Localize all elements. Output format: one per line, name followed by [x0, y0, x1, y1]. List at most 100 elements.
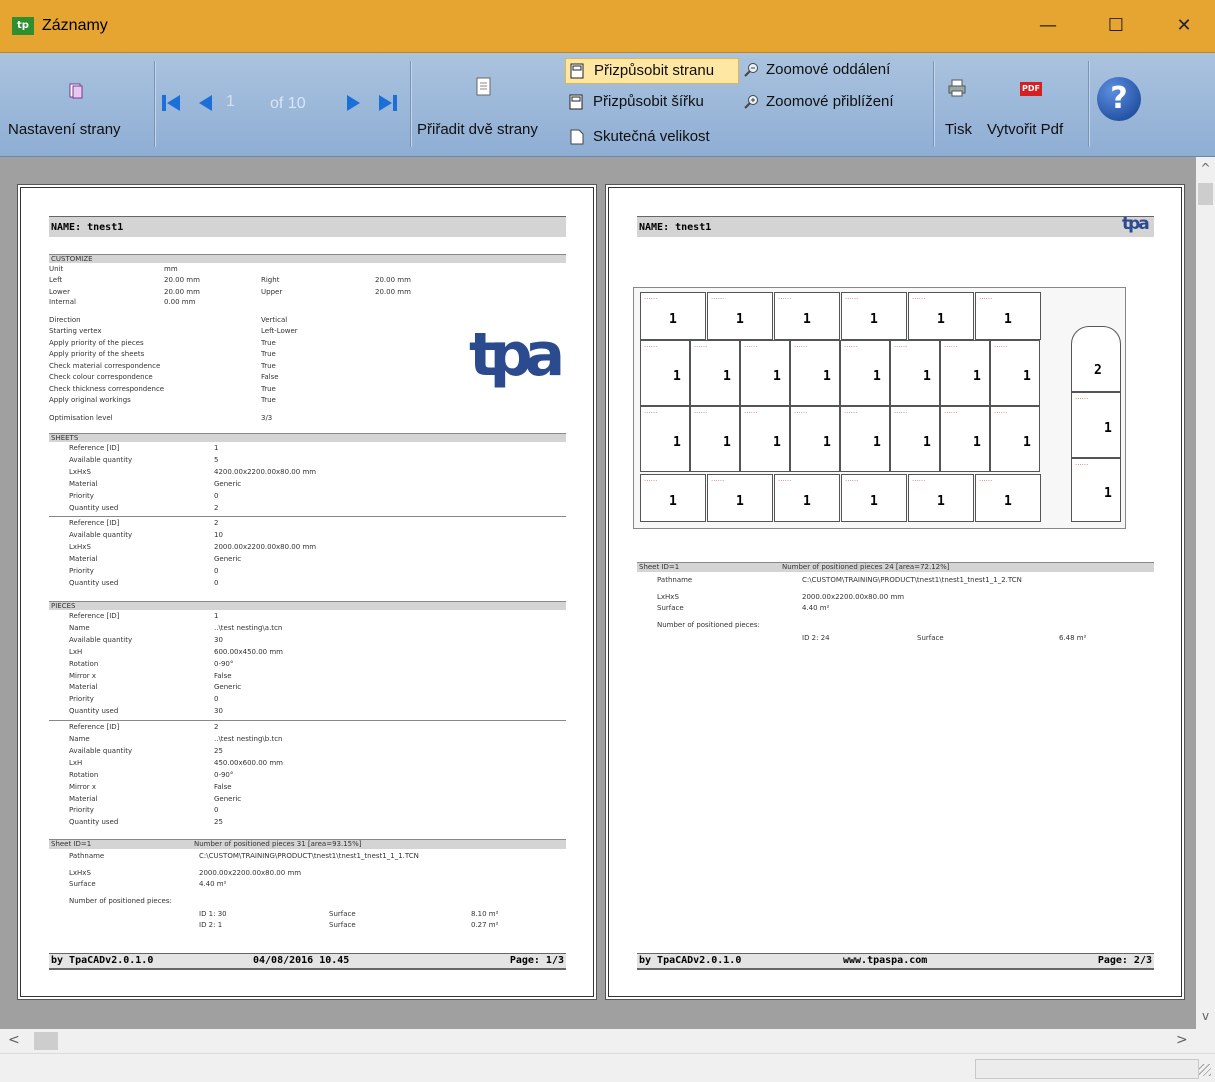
section-customize: CUSTOMIZE [49, 254, 566, 263]
actual-size-label: Skutečná velikost [593, 128, 710, 145]
nested-piece: 1 ······ [990, 406, 1040, 472]
last-page-icon[interactable] [377, 92, 399, 114]
tpa-logo: tpa [469, 320, 565, 390]
nested-piece: 1 ······ [707, 474, 773, 522]
scroll-left-icon[interactable]: < [8, 1032, 20, 1048]
footer-date: 04/08/2016 10.45 [253, 955, 350, 966]
nested-piece: 1 ······ [908, 292, 974, 340]
zoom-out-label: Zoomové oddálení [766, 61, 891, 78]
scroll-up-icon[interactable]: ^ [1196, 161, 1215, 175]
print-button[interactable]: Tisk [939, 53, 979, 153]
app-icon: tp [12, 17, 34, 35]
sheet-summary-header: Sheet ID=1 Number of positioned pieces 24… [637, 562, 1154, 572]
close-button[interactable]: ✕ [1164, 10, 1204, 42]
page-name-header: NAME: tnest1 [637, 216, 1154, 237]
status-bar [0, 1053, 1215, 1082]
toolbar-separator [154, 61, 155, 147]
zoom-in-label: Zoomové přiblížení [766, 93, 894, 110]
page-name-header: NAME: tnest1 [49, 216, 566, 237]
page-setup-label: Nastavení strany [8, 121, 121, 138]
section-pieces: PIECES [49, 601, 566, 610]
nested-piece: 1 ······ [975, 292, 1041, 340]
minimize-button[interactable]: — [1028, 10, 1068, 42]
toolbar-separator [410, 61, 411, 147]
nested-piece: 1 ······ [840, 340, 890, 406]
two-pages-label: Přiřadit dvě strany [417, 121, 538, 138]
nested-piece: 1 ······ [940, 340, 990, 406]
help-icon[interactable]: ? [1097, 77, 1141, 121]
fit-width-icon [569, 94, 583, 110]
zoom-out-button[interactable]: Zoomové oddálení [742, 58, 928, 82]
footer-page-number: Page: 1/3 [509, 955, 564, 966]
nested-piece: 1 ······ [841, 292, 907, 340]
nested-piece: 1 ······ [990, 340, 1040, 406]
scroll-right-icon[interactable]: > [1176, 1032, 1188, 1048]
section-sheets: SHEETS [49, 433, 566, 442]
nested-piece: 1 ······ [1071, 392, 1121, 458]
maximize-button[interactable]: ☐ [1096, 10, 1136, 42]
toolbar: Nastavení strany 1 of 10 Přiřadit dvě st… [0, 53, 1215, 157]
page-icon [476, 77, 491, 96]
zoom-in-icon [744, 95, 758, 109]
page-footer: by TpaCADv2.0.1.0 04/08/2016 10.45 Page:… [49, 953, 566, 970]
first-page-icon[interactable] [160, 92, 182, 114]
title-bar: tp Záznamy — ☐ ✕ [0, 0, 1215, 53]
nested-piece: 1 ······ [790, 406, 840, 472]
scroll-down-icon[interactable]: v [1196, 1009, 1215, 1023]
create-pdf-button[interactable]: PDF Vytvořit Pdf [984, 53, 1080, 153]
horizontal-scrollbar[interactable]: < > [0, 1029, 1196, 1053]
nested-piece: 1 ······ [707, 292, 773, 340]
nested-piece: 1 ······ [790, 340, 840, 406]
page-count-label: of 10 [270, 95, 306, 112]
fit-width-button[interactable]: Přizpůsobit šířku [565, 90, 737, 114]
actual-size-button[interactable]: Skutečná velikost [565, 125, 737, 149]
page-footer: by TpaCADv2.0.1.0 www.tpaspa.com Page: 2… [637, 953, 1154, 970]
page-name-text: NAME: tnest1 [51, 222, 124, 233]
nested-piece: 1 ······ [975, 474, 1041, 522]
page-setup-button[interactable]: Nastavení strany [8, 53, 148, 153]
page-setup-icon [69, 83, 83, 99]
status-panel [975, 1059, 1199, 1079]
tpa-logo-small: tpa [1122, 214, 1150, 234]
fit-page-icon [570, 63, 584, 79]
vertical-scroll-thumb[interactable] [1198, 183, 1213, 205]
nested-piece: 1 ······ [841, 474, 907, 522]
create-pdf-label: Vytvořit Pdf [987, 121, 1064, 138]
toolbar-separator [933, 61, 934, 147]
vertical-scrollbar[interactable]: ^ v [1196, 157, 1215, 1029]
window-title: Záznamy [42, 17, 108, 34]
nested-piece: 1 ······ [740, 406, 790, 472]
nested-piece: 1 ······ [940, 406, 990, 472]
nested-piece: 1 ······ [690, 340, 740, 406]
nested-piece-2: 2 [1071, 326, 1121, 392]
footer-version: by TpaCADv2.0.1.0 [51, 955, 154, 966]
footer-page-number: Page: 2/3 [1097, 955, 1152, 966]
nested-piece: 1 ······ [640, 340, 690, 406]
print-label: Tisk [945, 121, 972, 138]
horizontal-scroll-thumb[interactable] [34, 1032, 58, 1050]
page-name-text: NAME: tnest1 [639, 222, 712, 233]
nested-piece: 1 ······ [774, 474, 840, 522]
footer-website: www.tpaspa.com [843, 955, 928, 966]
nested-piece: 1 ······ [908, 474, 974, 522]
nested-piece: 1 ······ [774, 292, 840, 340]
nested-piece: 1 ······ [640, 406, 690, 472]
two-pages-button[interactable]: Přiřadit dvě strany [414, 53, 560, 153]
zoom-in-button[interactable]: Zoomové přiblížení [742, 90, 928, 114]
nested-piece: 1 ······ [1071, 458, 1121, 522]
fit-width-label: Přizpůsobit šířku [593, 93, 704, 110]
fit-page-button[interactable]: Přizpůsobit stranu [565, 58, 739, 84]
nested-piece: 1 ······ [640, 474, 706, 522]
actual-size-icon [570, 129, 584, 145]
printer-icon [948, 79, 966, 97]
group-divider [49, 516, 566, 518]
sheet-summary-header: Sheet ID=1 Number of positioned pieces 31… [49, 839, 566, 849]
resize-grip-icon[interactable] [1199, 1064, 1211, 1076]
scrollbar-corner [1196, 1029, 1215, 1053]
next-page-icon[interactable] [343, 92, 365, 114]
zoom-out-icon [744, 63, 758, 77]
previous-page-icon[interactable] [194, 92, 216, 114]
group-divider [49, 720, 566, 722]
current-page-field[interactable]: 1 [226, 93, 256, 115]
nested-piece: 1 ······ [890, 406, 940, 472]
